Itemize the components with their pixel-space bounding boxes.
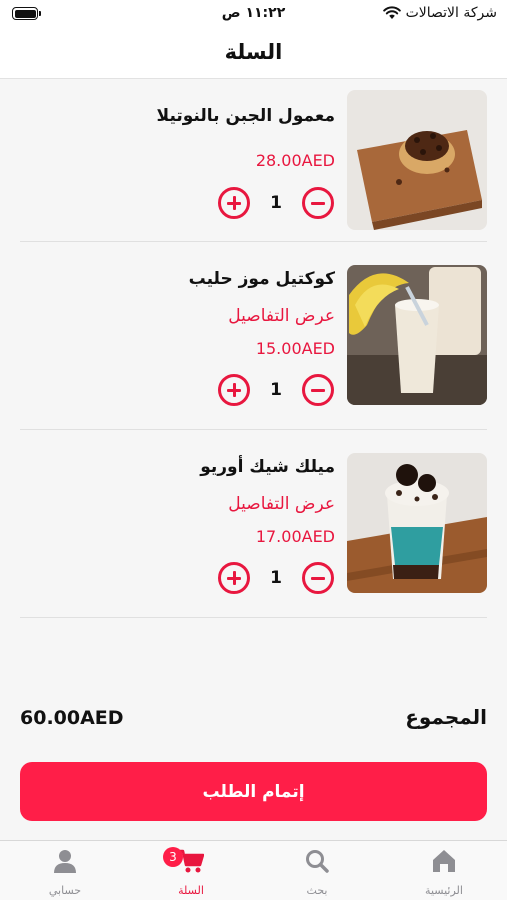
- item-name: كوكتيل موز حليب: [188, 269, 335, 289]
- header: السلة: [0, 30, 507, 79]
- item-image: [347, 265, 487, 405]
- checkout-button[interactable]: إتمام الطلب: [20, 762, 487, 821]
- status-bar: ١١:٢٢ ص شركة الاتصالات: [0, 0, 507, 30]
- tab-label: الرئيسية: [425, 884, 463, 897]
- cart-item: كوكتيل موز حليب عرض التفاصيل 15.00AED 1: [20, 265, 487, 430]
- view-details-link[interactable]: عرض التفاصيل: [228, 306, 335, 326]
- home-icon: [431, 848, 457, 874]
- increase-quantity-button[interactable]: [218, 374, 250, 406]
- item-price: 15.00AED: [255, 339, 335, 358]
- increase-quantity-button[interactable]: [218, 562, 250, 594]
- decrease-quantity-button[interactable]: [302, 562, 334, 594]
- carrier-name: شركة الاتصالات: [405, 5, 497, 21]
- item-quantity: 1: [270, 380, 282, 400]
- search-icon: [304, 848, 330, 874]
- decrease-quantity-button[interactable]: [302, 187, 334, 219]
- item-name: ميلك شيك أوريو: [200, 457, 335, 477]
- item-price: 17.00AED: [255, 527, 335, 546]
- tab-cart[interactable]: 3 السلة: [128, 841, 254, 900]
- tab-label: بحث: [306, 884, 328, 897]
- total-value: 60.00AED: [20, 707, 124, 729]
- decrease-quantity-button[interactable]: [302, 374, 334, 406]
- wifi-icon: [382, 6, 401, 20]
- increase-quantity-button[interactable]: [218, 187, 250, 219]
- page-title: السلة: [224, 40, 283, 64]
- status-carrier: شركة الاتصالات: [382, 5, 497, 21]
- tab-home[interactable]: الرئيسية: [381, 841, 507, 900]
- item-quantity: 1: [270, 193, 282, 213]
- item-name: معمول الجبن بالنوتيلا: [156, 106, 335, 126]
- total-label: المجموع: [405, 705, 487, 729]
- cart-item: معمول الجبن بالنوتيلا 28.00AED 1: [20, 90, 487, 242]
- item-image: [347, 453, 487, 593]
- tab-search[interactable]: بحث: [254, 841, 380, 900]
- tab-label: السلة: [178, 884, 204, 897]
- tab-label: حسابي: [48, 884, 82, 897]
- tab-bar: الرئيسية بحث 3 السلة حسابي: [0, 840, 507, 900]
- cart-badge: 3: [163, 847, 183, 867]
- tab-account[interactable]: حسابي: [2, 841, 128, 900]
- view-details-link[interactable]: عرض التفاصيل: [228, 494, 335, 514]
- item-price: 28.00AED: [255, 151, 335, 170]
- cart-item: ميلك شيك أوريو عرض التفاصيل 17.00AED 1: [20, 453, 487, 618]
- item-image: [347, 90, 487, 230]
- item-quantity: 1: [270, 568, 282, 588]
- user-icon: [52, 848, 78, 874]
